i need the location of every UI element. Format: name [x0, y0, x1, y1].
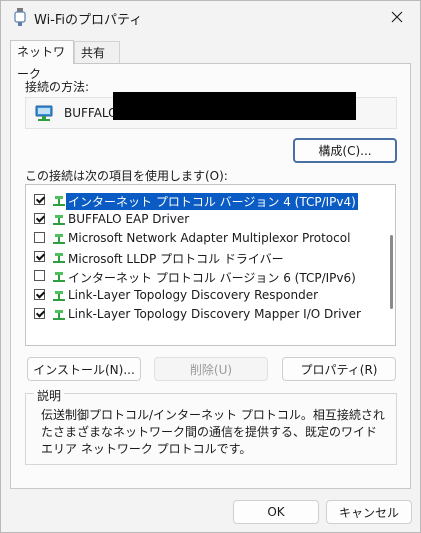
components-list[interactable]: インターネット プロトコル バージョン 4 (TCP/IPv4) BUFFALO…	[25, 184, 396, 346]
item-label: Link-Layer Topology Discovery Mapper I/O…	[68, 307, 361, 321]
item-checkbox[interactable]	[34, 270, 45, 281]
close-icon	[391, 11, 403, 23]
protocol-icon	[52, 290, 66, 302]
items-label: この接続は次の項目を使用します(O):	[25, 169, 228, 183]
tab-network[interactable]: ネットワーク	[10, 40, 74, 81]
protocol-icon	[52, 271, 66, 283]
list-scrollbar[interactable]	[390, 235, 393, 309]
list-item[interactable]: Microsoft Network Adapter Multiplexor Pr…	[26, 229, 382, 248]
item-checkbox[interactable]	[34, 232, 45, 243]
ok-button[interactable]: OK	[233, 500, 319, 524]
cancel-button[interactable]: キャンセル	[326, 500, 412, 524]
item-checkbox[interactable]	[34, 308, 45, 319]
description-title: 説明	[34, 387, 65, 404]
protocol-icon	[52, 309, 66, 321]
list-item[interactable]: Microsoft LLDP プロトコル ドライバー	[26, 248, 382, 267]
protocol-icon	[52, 252, 66, 264]
list-item[interactable]: インターネット プロトコル バージョン 4 (TCP/IPv4)	[26, 191, 382, 210]
item-label: インターネット プロトコル バージョン 6 (TCP/IPv6)	[68, 271, 356, 285]
adapter-name: BUFFALO	[64, 106, 118, 120]
item-label: Link-Layer Topology Discovery Responder	[68, 288, 319, 302]
list-item[interactable]: Link-Layer Topology Discovery Responder	[26, 286, 382, 305]
item-checkbox[interactable]	[34, 289, 45, 300]
list-item[interactable]: BUFFALO EAP Driver	[26, 210, 382, 229]
network-adapter-icon	[35, 104, 53, 122]
install-button[interactable]: インストール(N)...	[27, 357, 141, 381]
window-title: Wi-Fiのプロパティ	[34, 13, 143, 28]
item-checkbox[interactable]	[34, 251, 45, 262]
list-item[interactable]: Link-Layer Topology Discovery Mapper I/O…	[26, 305, 382, 324]
item-checkbox[interactable]	[34, 213, 45, 224]
item-label: BUFFALO EAP Driver	[68, 212, 190, 226]
item-label: インターネット プロトコル バージョン 4 (TCP/IPv4)	[66, 193, 358, 210]
configure-button[interactable]: 構成(C)...	[293, 138, 397, 163]
list-item[interactable]: インターネット プロトコル バージョン 6 (TCP/IPv6)	[26, 267, 382, 286]
tab-share[interactable]: 共有	[74, 41, 120, 63]
protocol-icon	[52, 214, 66, 226]
close-button[interactable]	[374, 1, 420, 33]
item-label: Microsoft LLDP プロトコル ドライバー	[68, 252, 284, 266]
remove-button[interactable]: 削除(U)	[154, 357, 268, 381]
item-checkbox[interactable]	[34, 194, 45, 205]
description-text: 伝送制御プロトコル/インターネット プロトコル。相互接続されたさまざまなネットワ…	[41, 408, 385, 456]
protocol-icon	[52, 233, 66, 245]
properties-button[interactable]: プロパティ(R)	[282, 357, 396, 381]
wifi-adapter-icon	[13, 8, 27, 26]
redaction-bar	[113, 92, 356, 120]
dialog-footer: OK キャンセル	[1, 490, 420, 532]
protocol-icon	[52, 195, 66, 207]
item-label: Microsoft Network Adapter Multiplexor Pr…	[68, 231, 351, 245]
title-bar: Wi-Fiのプロパティ	[1, 1, 420, 33]
properties-dialog: Wi-Fiのプロパティ ネットワーク 共有 接続の方法: BUFFALO 構成(…	[0, 0, 421, 533]
